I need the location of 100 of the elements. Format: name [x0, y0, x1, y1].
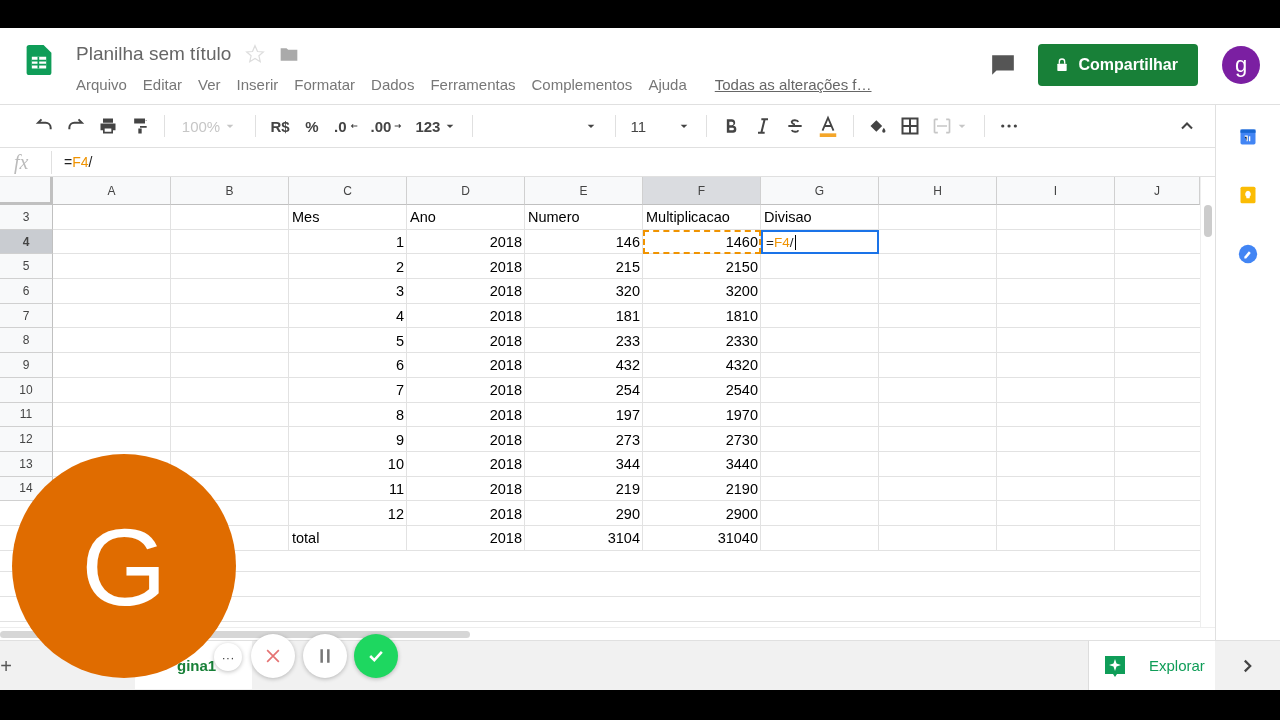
table-cell-text: 432	[614, 356, 641, 376]
table-cell-text: 8	[394, 405, 405, 425]
more-icon	[1000, 124, 1019, 128]
table-cell-text: 2018	[488, 331, 523, 351]
column-header[interactable]: J	[1115, 177, 1200, 205]
menu-item[interactable]: Inserir	[236, 72, 287, 97]
save-status-link[interactable]: Todas as alterações f…	[714, 76, 872, 93]
formula-label: fx	[0, 150, 52, 174]
currency-button[interactable]: R$	[266, 111, 294, 141]
row-header[interactable]: 5	[0, 254, 53, 280]
table-cell-text: 2018	[488, 529, 523, 549]
table-cell-text: 215	[614, 257, 641, 277]
merge-icon	[932, 116, 953, 136]
row-header[interactable]: 12	[0, 427, 53, 452]
table-cell-text: 2330	[724, 331, 759, 351]
percent-button[interactable]: %	[298, 111, 326, 141]
column-header[interactable]: I	[997, 177, 1115, 205]
chevron-right-icon	[1243, 657, 1252, 674]
number-format-dropdown[interactable]: 123	[411, 111, 463, 141]
menu-item[interactable]: Ferramentas	[430, 72, 524, 97]
decrease-decimals-button[interactable]: .0	[330, 111, 363, 141]
table-cell-text: 10	[386, 455, 405, 475]
table-cell-text: 2018	[488, 381, 523, 401]
table-cell-text: 6	[394, 356, 405, 376]
right-arrow-icon	[393, 121, 404, 131]
table-cell-text: 2540	[724, 381, 759, 401]
column-header[interactable]: D	[407, 177, 525, 205]
menu-item[interactable]: Dados	[371, 72, 423, 97]
sparkle-icon	[1103, 653, 1127, 678]
share-button[interactable]: Compartilhar	[1038, 44, 1198, 86]
scrollbar-thumb[interactable]	[1204, 205, 1212, 237]
row-header[interactable]: 4	[0, 229, 53, 255]
table-cell-text: total	[291, 529, 321, 549]
add-sheet-button[interactable]: +	[0, 657, 12, 674]
column-header[interactable]: A	[53, 177, 171, 205]
table-cell-text: 1810	[724, 307, 759, 327]
explore-button[interactable]: Explorar	[1088, 640, 1215, 690]
table-cell-text: 3200	[724, 282, 759, 302]
table-cell-text: 1	[394, 233, 405, 253]
menu-item[interactable]: Editar	[142, 72, 191, 97]
account-avatar[interactable]: g	[1222, 46, 1260, 84]
menu-item[interactable]: Formatar	[294, 72, 364, 97]
table-cell-text: 2018	[488, 282, 523, 302]
column-header[interactable]: H	[879, 177, 997, 205]
column-header[interactable]: G	[761, 177, 879, 205]
table-cell-text: 11	[387, 479, 405, 499]
table-cell-text: 2018	[488, 479, 523, 499]
print-icon	[98, 116, 118, 136]
row-header[interactable]: 11	[0, 402, 53, 428]
table-cell-text: 273	[614, 430, 641, 450]
table-cell-text: 3	[394, 282, 405, 302]
cell-editor[interactable]: =F4/	[761, 229, 879, 255]
row-header[interactable]: 6	[0, 279, 53, 304]
table-cell-text: 146	[614, 233, 641, 253]
row-header[interactable]: 13	[0, 451, 53, 477]
table-cell-text: 2018	[488, 430, 523, 450]
row-header[interactable]: 10	[0, 377, 53, 403]
document-title[interactable]: Planilha sem título	[76, 43, 232, 65]
column-header[interactable]: C	[289, 177, 407, 205]
table-cell-text: 254	[614, 381, 641, 401]
lightbulb-icon	[1238, 185, 1258, 205]
table-cell-text: 233	[614, 331, 641, 351]
table-cell-text: 2730	[724, 430, 759, 450]
borders-icon	[900, 116, 921, 136]
table-cell-text: 12	[386, 504, 405, 524]
row-header[interactable]: 7	[0, 303, 53, 329]
row-header[interactable]: 9	[0, 353, 53, 378]
table-cell-text: 2018	[488, 405, 523, 425]
table-cell-text: 2018	[488, 257, 523, 277]
column-header[interactable]: E	[525, 177, 643, 205]
tasks-icon	[1237, 243, 1259, 265]
table-cell-text: 4320	[724, 356, 759, 376]
table-cell-text: 2150	[724, 257, 759, 277]
table-cell-text: Numero	[527, 208, 581, 228]
calendar-icon	[1238, 127, 1258, 147]
left-arrow-icon	[348, 121, 359, 131]
table-cell-text: Ano	[409, 208, 437, 228]
star-icon	[245, 44, 266, 64]
table-cell-text: 9	[394, 430, 405, 450]
menu-item[interactable]: Arquivo	[76, 72, 135, 97]
row-header[interactable]: 3	[0, 205, 53, 230]
table-cell-text: Mes	[291, 208, 321, 228]
menu-item[interactable]: Ajuda	[648, 72, 695, 97]
table-cell-text: 31040	[716, 529, 759, 549]
font-size-dropdown[interactable]: 11	[626, 111, 697, 141]
formula-field[interactable]: =F4/	[52, 154, 93, 170]
table-cell-text: 2018	[488, 455, 523, 475]
table-cell: 1460	[643, 229, 761, 255]
table-cell-text: 3440	[724, 455, 759, 475]
table-cell-text: 2900	[724, 504, 759, 524]
row-header[interactable]: 8	[0, 328, 53, 354]
menu-item[interactable]: Ver	[198, 72, 229, 97]
column-header[interactable]: F	[643, 177, 761, 205]
column-header[interactable]: B	[171, 177, 289, 205]
table-cell-text: 2018	[488, 356, 523, 376]
table-cell-text: 181	[614, 307, 641, 327]
table-cell-text: 3104	[606, 529, 641, 549]
increase-decimals-button[interactable]: .00	[366, 111, 408, 141]
table-cell-text: 2018	[488, 307, 523, 327]
menu-item[interactable]: Complementos	[531, 72, 641, 97]
